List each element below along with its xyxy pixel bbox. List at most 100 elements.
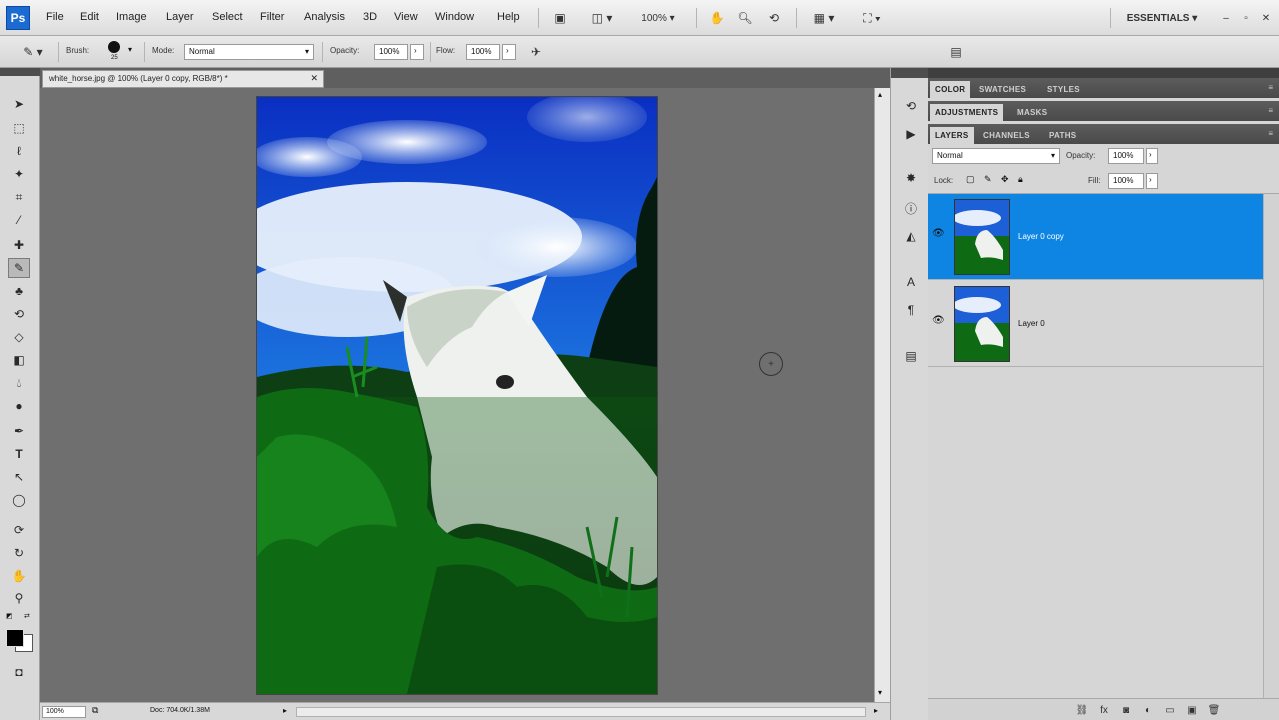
healing-brush-tool-icon[interactable]: ✚: [8, 235, 30, 255]
swap-colors-icon[interactable]: ⇄: [24, 612, 34, 620]
history-panel-icon[interactable]: ⟲: [900, 96, 922, 116]
scroll-up-icon[interactable]: ▴: [878, 90, 882, 99]
menu-window[interactable]: Window: [435, 11, 474, 23]
airbrush-icon[interactable]: ✈: [524, 41, 548, 63]
histogram-panel-icon[interactable]: ◭: [900, 226, 922, 246]
status-zoom-field[interactable]: 100%: [42, 706, 86, 718]
menu-edit[interactable]: Edit: [80, 11, 99, 23]
menu-filter[interactable]: Filter: [260, 11, 284, 23]
horizontal-scrollbar[interactable]: [296, 707, 866, 717]
brush-dropdown-icon[interactable]: ▾: [128, 45, 132, 54]
mode-select[interactable]: Normal ▾: [184, 44, 314, 60]
panel-menu-icon[interactable]: ≡: [1268, 106, 1273, 115]
crop-tool-icon[interactable]: ⌗: [8, 187, 30, 207]
blur-tool-icon[interactable]: 💧︎: [8, 373, 30, 393]
delete-layer-icon[interactable]: 🗑︎: [1206, 702, 1222, 718]
zoom-level-dropdown[interactable]: 100% ▾: [630, 7, 686, 29]
lasso-tool-icon[interactable]: ℓ: [8, 141, 30, 161]
link-layers-icon[interactable]: ⛓: [1074, 702, 1090, 718]
layers-scrollbar[interactable]: [1263, 194, 1279, 698]
layer-mask-icon[interactable]: ◙: [1118, 702, 1134, 718]
zoom-tool-icon[interactable]: 🔍︎: [734, 7, 756, 29]
paragraph-panel-icon[interactable]: ¶: [900, 300, 922, 320]
status-info-icon[interactable]: ⧉: [92, 705, 98, 716]
tab-layers[interactable]: LAYERS: [930, 127, 974, 144]
type-tool-icon[interactable]: T: [8, 444, 30, 464]
layer-row[interactable]: 👁︎ Layer 0: [928, 281, 1263, 367]
status-menu-icon[interactable]: ▸: [283, 706, 287, 715]
zoom-tool-icon[interactable]: ⚲: [8, 588, 30, 608]
menu-select[interactable]: Select: [212, 11, 243, 23]
lock-transparency-icon[interactable]: ▢: [966, 174, 975, 185]
menu-help[interactable]: Help: [497, 11, 520, 23]
layer-row[interactable]: 👁︎ Layer 0 copy: [928, 194, 1263, 280]
scroll-down-icon[interactable]: ▾: [878, 688, 882, 697]
layer-comps-panel-icon[interactable]: ▤: [900, 346, 922, 366]
quick-mask-icon[interactable]: ◘: [8, 662, 30, 682]
tab-paths[interactable]: PATHS: [1044, 127, 1081, 144]
new-group-icon[interactable]: ▭: [1162, 702, 1178, 718]
path-selection-tool-icon[interactable]: ↖: [8, 467, 30, 487]
menu-image[interactable]: Image: [116, 11, 147, 23]
magic-wand-tool-icon[interactable]: ✦: [8, 164, 30, 184]
arrange-documents-icon[interactable]: ▦ ▾: [806, 7, 842, 29]
panel-menu-icon[interactable]: ≡: [1268, 83, 1273, 92]
scroll-right-icon[interactable]: ▸: [874, 706, 878, 715]
document-tab[interactable]: white_horse.jpg @ 100% (Layer 0 copy, RG…: [42, 70, 324, 88]
eye-icon[interactable]: 👁︎: [932, 315, 948, 331]
marquee-tool-icon[interactable]: ⬚: [8, 118, 30, 138]
foreground-color-swatch[interactable]: [6, 629, 24, 647]
menu-file[interactable]: File: [46, 11, 64, 23]
adjustment-layer-icon[interactable]: ◐: [1140, 702, 1156, 718]
screen-mode-icon[interactable]: ⛶ ▾: [854, 7, 890, 29]
brush-presets-panel-icon[interactable]: ✸: [900, 168, 922, 188]
3d-orbit-tool-icon[interactable]: ↻: [8, 543, 30, 563]
tab-swatches[interactable]: SWATCHES: [974, 81, 1031, 98]
dock-header[interactable]: [891, 68, 929, 78]
rotate-view-icon[interactable]: ⟲: [762, 7, 786, 29]
menu-3d[interactable]: 3D: [363, 11, 377, 23]
actions-panel-icon[interactable]: ▶: [900, 124, 922, 144]
history-brush-tool-icon[interactable]: ⟲: [8, 304, 30, 324]
panels-header[interactable]: [928, 68, 1279, 78]
layer-opacity-field[interactable]: 100%: [1108, 148, 1144, 164]
character-panel-icon[interactable]: A: [900, 272, 922, 292]
launch-bridge-icon[interactable]: ▣: [548, 7, 572, 29]
opacity-slider-toggle[interactable]: ›: [410, 44, 424, 60]
lock-position-icon[interactable]: ✥: [1001, 174, 1009, 185]
eraser-tool-icon[interactable]: ◇: [8, 327, 30, 347]
shape-tool-icon[interactable]: ◯: [8, 490, 30, 510]
close-document-icon[interactable]: ✕: [310, 73, 318, 84]
fill-field[interactable]: 100%: [1108, 173, 1144, 189]
brush-tool-icon[interactable]: ✎: [8, 258, 30, 278]
gradient-tool-icon[interactable]: ◧: [8, 350, 30, 370]
pen-tool-icon[interactable]: ✒: [8, 421, 30, 441]
close-icon[interactable]: ✕: [1258, 7, 1274, 29]
tab-channels[interactable]: CHANNELS: [978, 127, 1035, 144]
layer-opacity-slider-toggle[interactable]: ›: [1146, 148, 1158, 164]
tools-panel-header[interactable]: [0, 68, 40, 76]
hand-tool-icon[interactable]: ✋: [8, 566, 30, 586]
tool-preset-picker[interactable]: ✎ ▾: [14, 41, 52, 63]
new-layer-icon[interactable]: ▣: [1184, 702, 1200, 718]
flow-slider-toggle[interactable]: ›: [502, 44, 516, 60]
lock-pixels-icon[interactable]: ✎: [984, 174, 992, 185]
move-tool-icon[interactable]: ➤: [8, 94, 30, 114]
opacity-field[interactable]: 100%: [374, 44, 408, 60]
tab-adjustments[interactable]: ADJUSTMENTS: [930, 104, 1004, 121]
menu-layer[interactable]: Layer: [166, 11, 194, 23]
fill-slider-toggle[interactable]: ›: [1146, 173, 1158, 189]
lock-all-icon[interactable]: 🔒︎: [1018, 174, 1023, 185]
tab-color[interactable]: COLOR: [930, 81, 971, 98]
flow-field[interactable]: 100%: [466, 44, 500, 60]
dodge-tool-icon[interactable]: ●: [8, 396, 30, 416]
blend-mode-select[interactable]: Normal ▾: [932, 148, 1060, 164]
view-extras-icon[interactable]: ◫ ▾: [584, 7, 620, 29]
tab-styles[interactable]: STYLES: [1042, 81, 1085, 98]
document-image[interactable]: [257, 97, 657, 694]
vertical-scrollbar[interactable]: ▴ ▾: [874, 88, 890, 702]
eye-icon[interactable]: 👁︎: [932, 228, 948, 244]
brush-preview-icon[interactable]: [108, 41, 120, 53]
workspace-switcher[interactable]: ESSENTIALS ▾: [1116, 7, 1208, 29]
eyedropper-tool-icon[interactable]: ⁄: [8, 210, 30, 230]
